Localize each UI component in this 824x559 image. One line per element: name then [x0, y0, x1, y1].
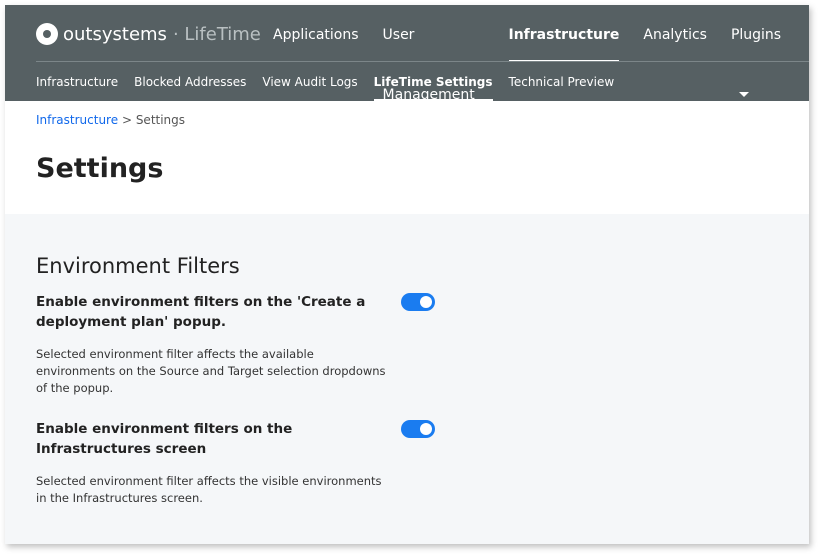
- outsystems-logo-icon: [36, 23, 58, 45]
- section-title: Environment Filters: [36, 254, 240, 278]
- brand-name: outsystems: [63, 23, 167, 45]
- option-description: Selected environment filter affects the …: [36, 347, 386, 395]
- option-infrastructures-filter: Enable environment filters on the Infras…: [36, 419, 436, 507]
- subnav-technical-preview[interactable]: Technical Preview: [509, 62, 615, 101]
- header: outsystems · LifeTime Applications User M…: [5, 5, 809, 103]
- option-deployment-plan-filter: Enable environment filters on the 'Creat…: [36, 292, 436, 397]
- page-title: Settings: [36, 153, 164, 184]
- nav-infrastructure[interactable]: Infrastructure: [508, 5, 619, 62]
- option-label: Enable environment filters on the 'Creat…: [36, 294, 366, 330]
- nav-plugins[interactable]: Plugins: [731, 5, 785, 97]
- top-nav: Applications User Management Infrastruct…: [273, 5, 809, 103]
- subnav-infrastructure[interactable]: Infrastructure: [36, 62, 118, 101]
- window: outsystems · LifeTime Applications User M…: [5, 5, 809, 544]
- chevron-down-icon: [738, 92, 749, 102]
- subnav-lifetime-settings[interactable]: LifeTime Settings: [373, 62, 493, 101]
- deployment-plan-filter-toggle[interactable]: [401, 293, 435, 311]
- product-name: · LifeTime: [172, 23, 261, 45]
- sub-nav: Infrastructure Blocked Addresses View Au…: [36, 62, 630, 101]
- subnav-blocked-addresses[interactable]: Blocked Addresses: [134, 62, 246, 101]
- nav-analytics[interactable]: Analytics: [643, 5, 707, 61]
- breadcrumb-current: Settings: [135, 113, 186, 127]
- nav-user-management[interactable]: User Management: [383, 5, 485, 103]
- option-label: Enable environment filters on the Infras…: [36, 421, 293, 457]
- option-description: Selected environment filter affects the …: [36, 474, 382, 505]
- nav-applications[interactable]: Applications: [273, 5, 359, 61]
- logo[interactable]: outsystems · LifeTime: [36, 23, 261, 45]
- environment-filters-section: Environment Filters Enable environment f…: [5, 214, 809, 544]
- subnav-view-audit-logs[interactable]: View Audit Logs: [262, 62, 357, 101]
- breadcrumb-separator: >: [118, 113, 136, 127]
- infrastructures-filter-toggle[interactable]: [401, 420, 435, 438]
- breadcrumb-infrastructure[interactable]: Infrastructure: [36, 113, 118, 127]
